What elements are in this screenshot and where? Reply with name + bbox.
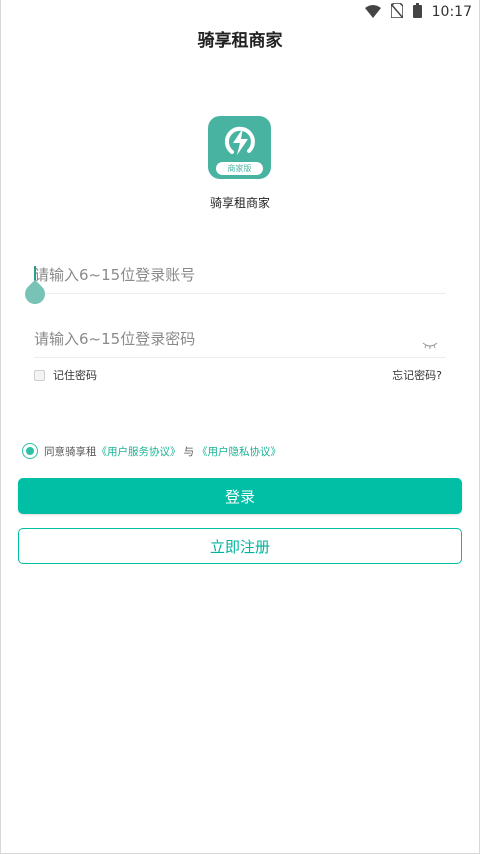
password-field[interactable] [34,322,446,358]
register-button[interactable]: 立即注册 [18,528,462,564]
agreement-prefix: 同意骑享租 [44,445,97,458]
account-field[interactable] [34,258,446,294]
agreement-row: 同意骑享租 《用户服务协议》 与 《用户隐私协议》 [22,443,281,459]
agreement-and: 与 [183,445,195,458]
remember-password[interactable]: 记住密码 [34,367,97,383]
status-bar: 10:17 [0,0,480,24]
agreement-radio[interactable] [22,443,38,459]
login-button[interactable]: 登录 [18,478,462,514]
password-input[interactable] [34,322,414,356]
bolt-logo-icon [224,126,255,155]
account-input[interactable] [34,258,414,292]
status-time: 10:17 [431,4,472,20]
remember-checkbox[interactable] [34,369,45,381]
radio-dot [26,447,34,455]
app-name: 骑享租商家 [209,196,270,210]
no-sim-icon [389,1,404,22]
page-title: 骑享租商家 [197,31,283,51]
wifi-icon [364,3,381,22]
service-agreement-link[interactable]: 《用户服务协议》 [97,444,181,459]
privacy-agreement-link[interactable]: 《用户隐私协议》 [197,444,281,459]
eye-closed-icon[interactable] [422,334,438,353]
battery-icon [412,2,422,22]
logo-tag: 商家版 [216,162,263,175]
remember-label: 记住密码 [53,369,97,382]
app-logo: 商家版 [208,116,271,179]
forgot-password-link[interactable]: 忘记密码? [392,367,442,383]
